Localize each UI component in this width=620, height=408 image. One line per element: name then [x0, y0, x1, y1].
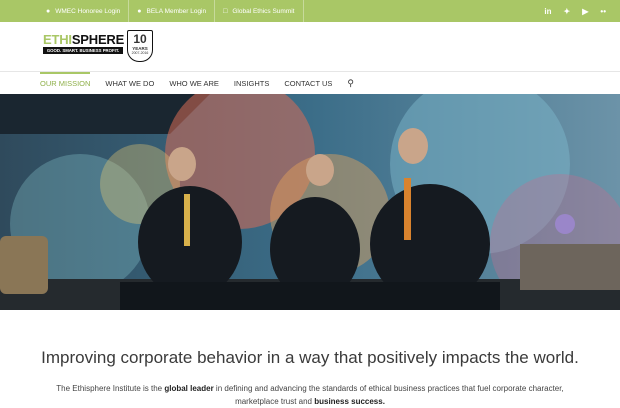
logo-tagline: GOOD. SMART. BUSINESS PROFIT.: [43, 47, 123, 54]
wmec-login-link[interactable]: ● WMEC Honoree Login: [38, 0, 130, 22]
nav-our-mission[interactable]: OUR MISSION: [40, 72, 91, 94]
bela-login-link[interactable]: ● BELA Member Login: [129, 0, 216, 22]
global-ethics-summit-link[interactable]: □ Global Ethics Summit: [215, 0, 304, 22]
wmec-login-label: WMEC Honoree Login: [55, 7, 121, 15]
top-utility-bar: ● WMEC Honoree Login ● BELA Member Login…: [0, 0, 620, 22]
nav-who-we-are[interactable]: WHO WE ARE: [169, 72, 219, 94]
logo-wordmark: ETHISPHERE: [43, 32, 125, 47]
search-icon[interactable]: ⚲: [347, 72, 354, 94]
main-nav: OUR MISSION WHAT WE DO WHO WE ARE INSIGH…: [40, 72, 369, 94]
user-icon: ●: [137, 7, 142, 15]
flickr-icon[interactable]: ••: [600, 7, 606, 16]
bela-login-label: BELA Member Login: [146, 7, 207, 15]
mission-description: The Ethisphere Institute is the global l…: [56, 384, 564, 406]
nav-what-we-do[interactable]: WHAT WE DO: [105, 72, 154, 94]
twitter-icon[interactable]: ✦: [564, 7, 571, 16]
social-links: in ✦ ▶ ••: [538, 0, 612, 22]
ethisphere-logo[interactable]: ETHISPHERE GOOD. SMART. BUSINESS PROFIT.…: [43, 30, 155, 64]
hero-image: [0, 94, 620, 310]
ten-years-badge: 10 YEARS 2007-2016: [127, 30, 153, 62]
nav-insights[interactable]: INSIGHTS: [234, 72, 269, 94]
mission-headline: Improving corporate behavior in a way th…: [41, 348, 579, 367]
site-header: ETHISPHERE GOOD. SMART. BUSINESS PROFIT.…: [0, 22, 620, 72]
linkedin-icon[interactable]: in: [544, 7, 551, 16]
nav-contact-us[interactable]: CONTACT US: [284, 72, 332, 94]
user-icon: ●: [46, 7, 51, 15]
global-ethics-summit-label: Global Ethics Summit: [232, 7, 295, 15]
calendar-icon: □: [223, 7, 228, 15]
hero-photo-illustration: [0, 94, 620, 310]
youtube-icon[interactable]: ▶: [582, 7, 588, 16]
